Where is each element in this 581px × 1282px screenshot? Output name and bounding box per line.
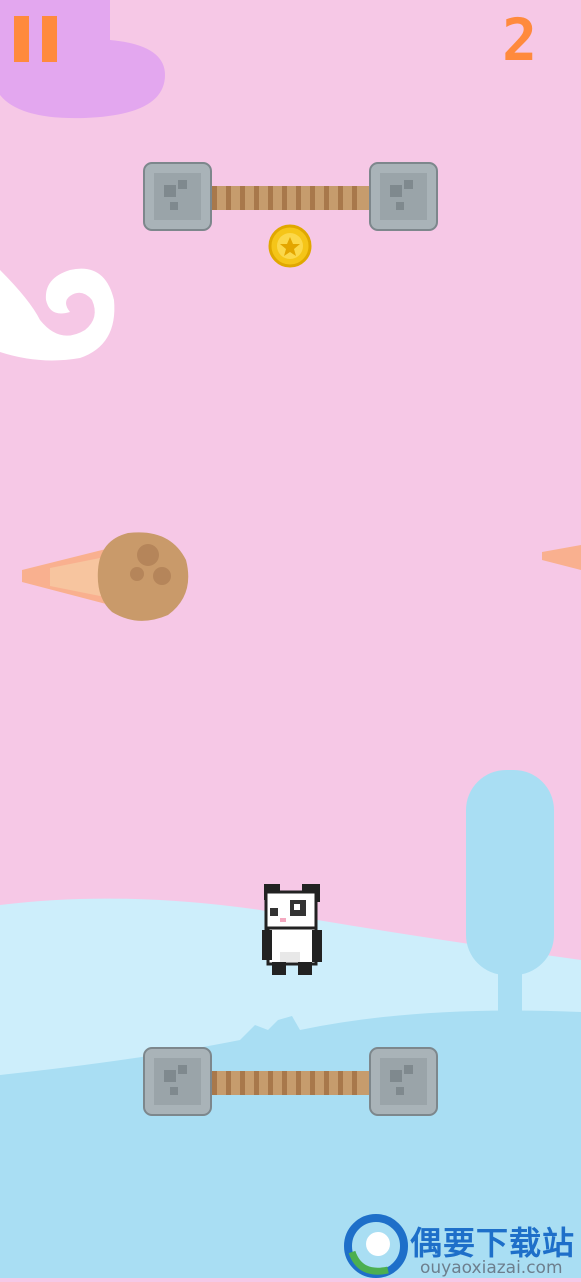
right-meteor-trail [542, 545, 581, 570]
swirl-cloud [0, 268, 115, 361]
pause-button[interactable] [14, 16, 58, 62]
pause-icon-bar [42, 16, 57, 62]
watermark-logo: 偶要下载站 ouyaoxiazai.com [340, 1212, 581, 1278]
watermark-swirl-icon [344, 1214, 408, 1278]
score-counter: 2 [502, 6, 537, 74]
watermark-url: ouyaoxiazai.com [420, 1258, 563, 1278]
pause-icon [14, 16, 29, 62]
background-scene [0, 0, 581, 1278]
